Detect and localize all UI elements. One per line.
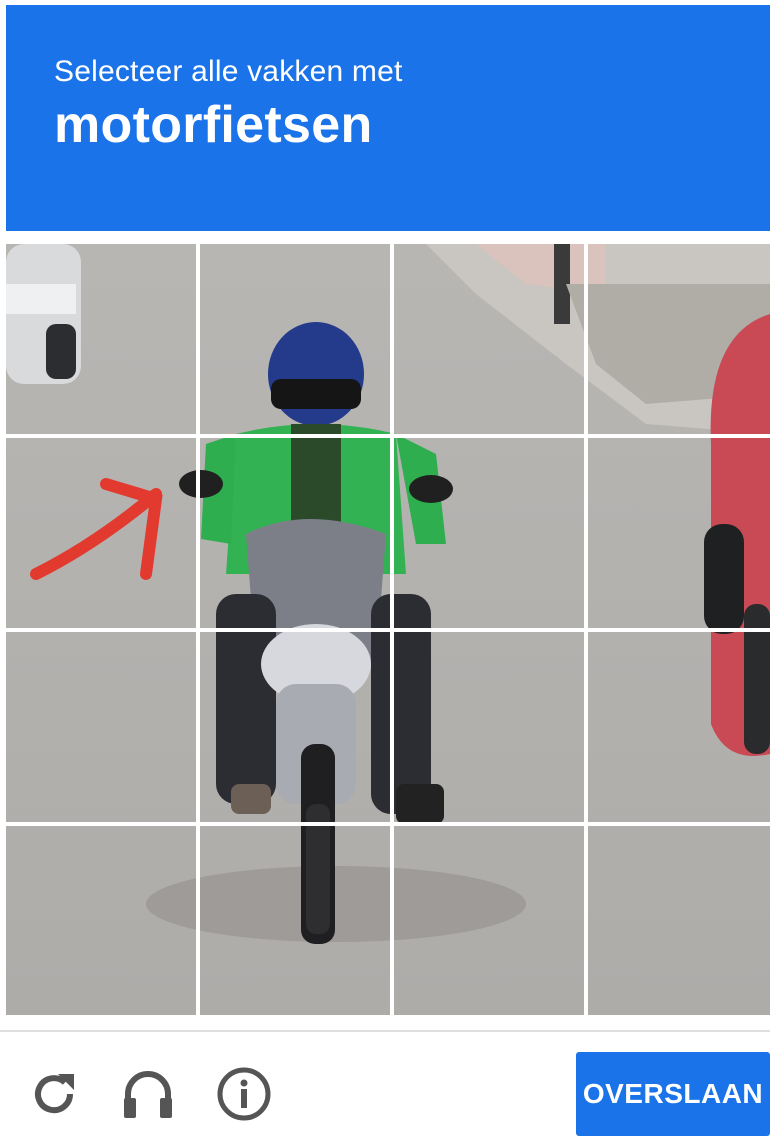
grid-tile[interactable] <box>588 244 770 434</box>
tile-image <box>6 826 196 1015</box>
instruction-header: Selecteer alle vakken met motorfietsen <box>6 5 770 231</box>
grid-tile[interactable] <box>200 244 390 434</box>
skip-button[interactable]: OVERSLAAN <box>576 1052 770 1136</box>
grid-tile[interactable] <box>394 632 584 822</box>
grid-tile[interactable] <box>588 632 770 822</box>
grid-tile[interactable] <box>6 438 196 628</box>
tile-image <box>588 438 770 628</box>
grid-tile[interactable] <box>394 826 584 1015</box>
info-icon[interactable] <box>214 1064 274 1124</box>
tile-image <box>6 632 196 822</box>
tile-image <box>6 244 196 434</box>
tile-image <box>200 244 390 434</box>
tile-image <box>394 438 584 628</box>
tile-image <box>394 826 584 1015</box>
tile-image <box>588 244 770 434</box>
tile-image <box>394 632 584 822</box>
captcha-footer: OVERSLAAN <box>0 1030 770 1144</box>
headphones-icon[interactable] <box>118 1064 178 1124</box>
grid-tile[interactable] <box>588 826 770 1015</box>
grid-tile[interactable] <box>6 244 196 434</box>
grid-tile[interactable] <box>394 438 584 628</box>
tile-image <box>394 244 584 434</box>
tile-image <box>200 438 390 628</box>
grid-tile[interactable] <box>200 438 390 628</box>
target-object-label: motorfietsen <box>54 96 373 154</box>
reload-icon[interactable] <box>24 1064 84 1124</box>
instruction-text: Selecteer alle vakken met <box>54 55 403 88</box>
grid-tile[interactable] <box>200 826 390 1015</box>
tile-image <box>588 632 770 822</box>
tile-image <box>6 438 196 628</box>
grid-tile[interactable] <box>394 244 584 434</box>
image-grid <box>6 244 770 1015</box>
grid-tile[interactable] <box>6 826 196 1015</box>
tile-image <box>200 632 390 822</box>
tile-image <box>588 826 770 1015</box>
grid-tile[interactable] <box>6 632 196 822</box>
grid-tile[interactable] <box>588 438 770 628</box>
grid-tile[interactable] <box>200 632 390 822</box>
tile-image <box>200 826 390 1015</box>
